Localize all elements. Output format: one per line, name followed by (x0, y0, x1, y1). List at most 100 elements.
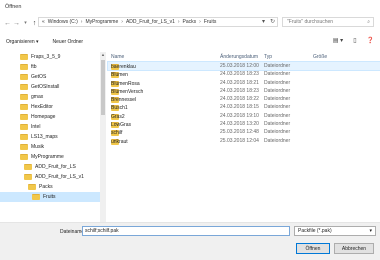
chevron-down-icon: ▾ (369, 228, 372, 234)
preview-pane-icon[interactable]: ▯ (353, 37, 356, 44)
crumb-separator-icon[interactable]: › (81, 19, 83, 25)
sidebar-item-label: Fraps_3_5_9 (31, 54, 61, 60)
file-list: Name Änderungsdatum Typ Größe baerenklau… (107, 52, 380, 222)
file-row[interactable]: Busch1 24.03.2018 18:15 Dateiordner (108, 103, 380, 112)
sidebar-item[interactable]: GetOS (0, 72, 100, 82)
sidebar-item-label: HexEditor (31, 104, 53, 110)
search-icon: ⌕ (367, 19, 370, 25)
command-bar: Organisieren ▾ Neuer Ordner ▤ ▾ ▯ ❓ (0, 36, 380, 48)
file-type: Dateiordner (264, 63, 291, 69)
sidebar-item[interactable]: MyProgramme (0, 152, 100, 162)
column-name[interactable]: Name (111, 54, 124, 60)
search-input[interactable]: "Fruits" durchsuchen ⌕ (282, 17, 374, 27)
sidebar-scrollbar[interactable]: ▲ (100, 52, 106, 222)
sidebar-item[interactable]: LS13_maps (0, 132, 100, 142)
filename-input[interactable]: schilf;schilf.pak (82, 226, 290, 236)
back-arrow-icon[interactable]: ← (3, 18, 12, 28)
crumb-fruits[interactable]: Fruits (204, 19, 217, 25)
file-name: unkraut (111, 138, 128, 145)
refresh-icon[interactable]: ↻ (270, 18, 275, 25)
sidebar-item-label: Packs (39, 184, 53, 190)
file-name: schilf (111, 130, 123, 137)
folder-icon (20, 154, 28, 160)
file-date: 25.03.2018 12:00 (220, 63, 259, 69)
address-bar[interactable]: « Windows (C:) › MyProgramme › ADD_Fruit… (38, 17, 278, 27)
file-row[interactable]: baerenklau 25.03.2018 12:00 Dateiordner (107, 60, 380, 72)
sidebar-item-label: GetOSInstall (31, 84, 60, 90)
folder-icon (20, 74, 28, 80)
crumb-drive[interactable]: Windows (C:) (48, 19, 78, 25)
crumb-separator-icon[interactable]: › (121, 19, 123, 25)
title-bar: Öffnen (0, 0, 380, 14)
open-button[interactable]: Öffnen (296, 243, 330, 254)
folder-icon (24, 174, 32, 180)
file-date: 24.03.2018 18:22 (220, 96, 259, 103)
sidebar-item[interactable]: Intel (0, 122, 100, 132)
file-type: Dateiordner (264, 87, 291, 94)
sidebar-item-label: GetOS (31, 74, 47, 80)
file-row[interactable]: LowGras 24.03.2018 13:20 Dateiordner (108, 120, 380, 129)
filetype-value: Packfile (*.pak) (298, 228, 332, 234)
file-name: Busch1 (111, 105, 128, 112)
forward-arrow-icon[interactable]: → (12, 18, 21, 28)
file-row[interactable]: Blumen 24.03.2018 18:23 Dateiordner (108, 70, 380, 79)
column-date[interactable]: Änderungsdatum (220, 54, 258, 60)
file-type: Dateiordner (264, 96, 291, 103)
filetype-select[interactable]: Packfile (*.pak) ▾ (294, 226, 376, 236)
sidebar-item[interactable]: Fraps_3_5_9 (0, 52, 100, 62)
crumb-separator-icon[interactable]: › (199, 19, 201, 25)
file-name: Blumen (111, 72, 128, 79)
file-row[interactable]: Gras2 24.03.2018 19:10 Dateiordner (108, 112, 380, 120)
file-date: 24.03.2018 18:15 (220, 104, 259, 111)
help-icon[interactable]: ❓ (367, 37, 374, 44)
file-type: Dateiordner (264, 104, 291, 111)
address-overflow[interactable]: « (42, 19, 45, 25)
crumb-myprogramme[interactable]: MyProgramme (85, 19, 118, 25)
file-row[interactable]: schilf 25.03.2018 12:48 Dateiordner (108, 128, 380, 137)
crumb-separator-icon[interactable]: › (178, 19, 180, 25)
file-date: 24.03.2018 13:20 (220, 121, 259, 128)
view-options-icon[interactable]: ▤ ▾ (333, 37, 343, 44)
sidebar-item[interactable]: Fruits (0, 192, 100, 202)
crumb-add-fruit[interactable]: ADD_Fruit_for_LS_v1 (126, 19, 175, 25)
column-type[interactable]: Typ (264, 54, 272, 60)
file-row[interactable]: BlumenRosa 24.03.2018 18:21 Dateiordner (108, 79, 380, 87)
file-date: 25.03.2018 12:48 (220, 129, 259, 136)
sidebar-item-label: MyProgramme (31, 154, 64, 160)
organize-button[interactable]: Organisieren ▾ (6, 39, 39, 45)
sidebar-item[interactable]: Musik (0, 142, 100, 152)
sidebar-item-label: Musik (31, 144, 45, 150)
navigation-pane[interactable]: Fraps_3_5_9ftb GetOS GetOSInstall gmax HexEd… (0, 52, 100, 222)
sidebar-item[interactable]: GetOSInstall (0, 82, 100, 92)
crumb-packs[interactable]: Packs (183, 19, 197, 25)
sidebar-item[interactable]: ftb (0, 62, 100, 72)
filename-value: schilf;schilf.pak (85, 228, 119, 234)
sidebar-item[interactable]: Packs (0, 182, 100, 192)
cancel-button[interactable]: Abbrechen (334, 243, 374, 254)
column-header-row: Name Änderungsdatum Typ Größe (108, 52, 380, 62)
sidebar-item[interactable]: Homepage (0, 112, 100, 122)
scrollbar-thumb[interactable] (101, 60, 105, 115)
sidebar-item[interactable]: HexEditor (0, 102, 100, 112)
file-row[interactable]: BlumenVersch 24.03.2018 18:23 Dateiordner (108, 87, 380, 95)
folder-icon (20, 124, 28, 130)
file-date: 24.03.2018 19:10 (220, 112, 259, 119)
file-type: Dateiordner (264, 129, 291, 136)
file-name: BlumenVersch (111, 88, 144, 95)
sidebar-item-label: ADD_Fruit_for_LS (35, 164, 76, 170)
file-type: Dateiordner (264, 71, 291, 78)
file-row[interactable]: unkraut 25.03.2018 12:04 Dateiordner (108, 137, 380, 145)
navigation-bar: ← → ▾ ↑ « Windows (C:) › MyProgramme › A… (0, 16, 380, 30)
file-row[interactable]: Brennessel 24.03.2018 18:22 Dateiordner (108, 95, 380, 104)
folder-icon (32, 194, 40, 200)
sidebar-item-label: Homepage (31, 114, 56, 120)
sidebar-item-label: LS13_maps (31, 134, 58, 140)
recent-dropdown-icon[interactable]: ▾ (21, 18, 30, 28)
sidebar-item[interactable]: ADD_Fruit_for_LS_v1 (0, 172, 100, 182)
sidebar-item[interactable]: gmax (0, 92, 100, 102)
column-size[interactable]: Größe (313, 54, 327, 60)
sidebar-item[interactable]: ADD_Fruit_for_LS (0, 162, 100, 172)
new-folder-button[interactable]: Neuer Ordner (53, 39, 84, 45)
scroll-up-icon[interactable]: ▲ (100, 52, 106, 58)
address-dropdown-icon[interactable]: ▾ (262, 18, 265, 25)
